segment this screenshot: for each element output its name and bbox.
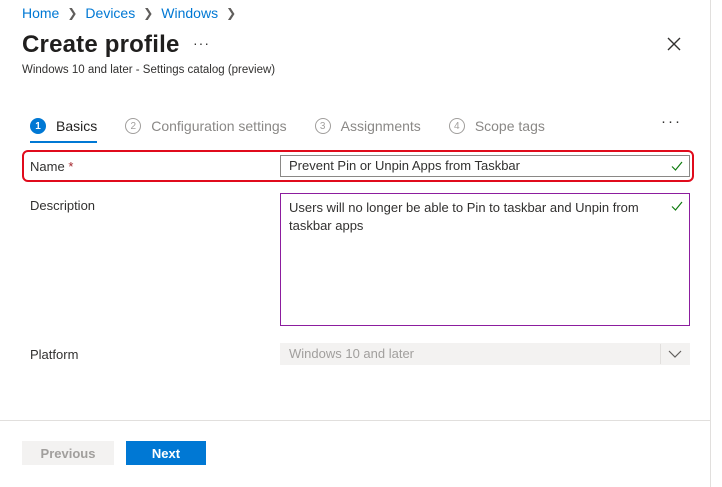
step-number: 3	[314, 118, 331, 134]
platform-value: Windows 10 and later	[289, 346, 415, 361]
page-subtitle: Windows 10 and later - Settings catalog …	[22, 64, 276, 76]
chevron-right-icon: ❯	[67, 6, 78, 20]
tab-scope-tags[interactable]: 4 Scope tags	[448, 115, 545, 137]
next-button[interactable]: Next	[126, 441, 206, 465]
step-label: Configuration settings	[151, 118, 287, 134]
close-icon[interactable]	[666, 36, 682, 52]
description-label: Description	[30, 198, 96, 213]
chevron-right-icon: ❯	[143, 6, 154, 20]
tab-assignments[interactable]: 3 Assignments	[314, 115, 421, 137]
step-number: 1	[30, 118, 46, 134]
name-label: Name *	[30, 159, 73, 174]
check-icon	[671, 161, 683, 171]
description-value: Users will no longer be able to Pin to t…	[289, 200, 639, 233]
tab-basics[interactable]: 1 Basics	[30, 115, 98, 143]
more-options-icon[interactable]: ···	[661, 113, 682, 130]
chevron-right-icon: ❯	[226, 6, 237, 20]
required-mark: *	[68, 159, 74, 174]
breadcrumb-home[interactable]: Home	[22, 5, 59, 21]
description-textarea[interactable]: Users will no longer be able to Pin to t…	[280, 193, 690, 326]
breadcrumb: Home ❯ Devices ❯ Windows ❯	[22, 5, 244, 21]
check-icon	[671, 201, 683, 211]
page-title: Create profile	[22, 31, 180, 58]
chevron-down-icon	[668, 350, 682, 358]
panel-border	[710, 0, 711, 487]
dropdown-button[interactable]	[660, 344, 689, 364]
step-label: Scope tags	[474, 118, 545, 134]
footer-divider	[0, 420, 710, 421]
wizard-steps: 1 Basics 2 Configuration settings 3 Assi…	[30, 115, 573, 143]
breadcrumb-windows[interactable]: Windows	[161, 5, 218, 21]
platform-label: Platform	[30, 347, 79, 362]
name-input-value: Prevent Pin or Unpin Apps from Taskbar	[289, 158, 520, 173]
breadcrumb-devices[interactable]: Devices	[85, 5, 135, 21]
name-input[interactable]: Prevent Pin or Unpin Apps from Taskbar	[280, 155, 690, 177]
platform-select[interactable]: Windows 10 and later	[280, 343, 690, 365]
step-label: Basics	[56, 118, 98, 134]
previous-button[interactable]: Previous	[22, 441, 114, 465]
tab-configuration-settings[interactable]: 2 Configuration settings	[125, 115, 287, 137]
more-options-icon[interactable]: ···	[193, 35, 210, 51]
name-label-text: Name	[30, 159, 65, 174]
step-number: 2	[125, 118, 142, 134]
step-label: Assignments	[340, 118, 421, 134]
step-number: 4	[448, 118, 465, 134]
